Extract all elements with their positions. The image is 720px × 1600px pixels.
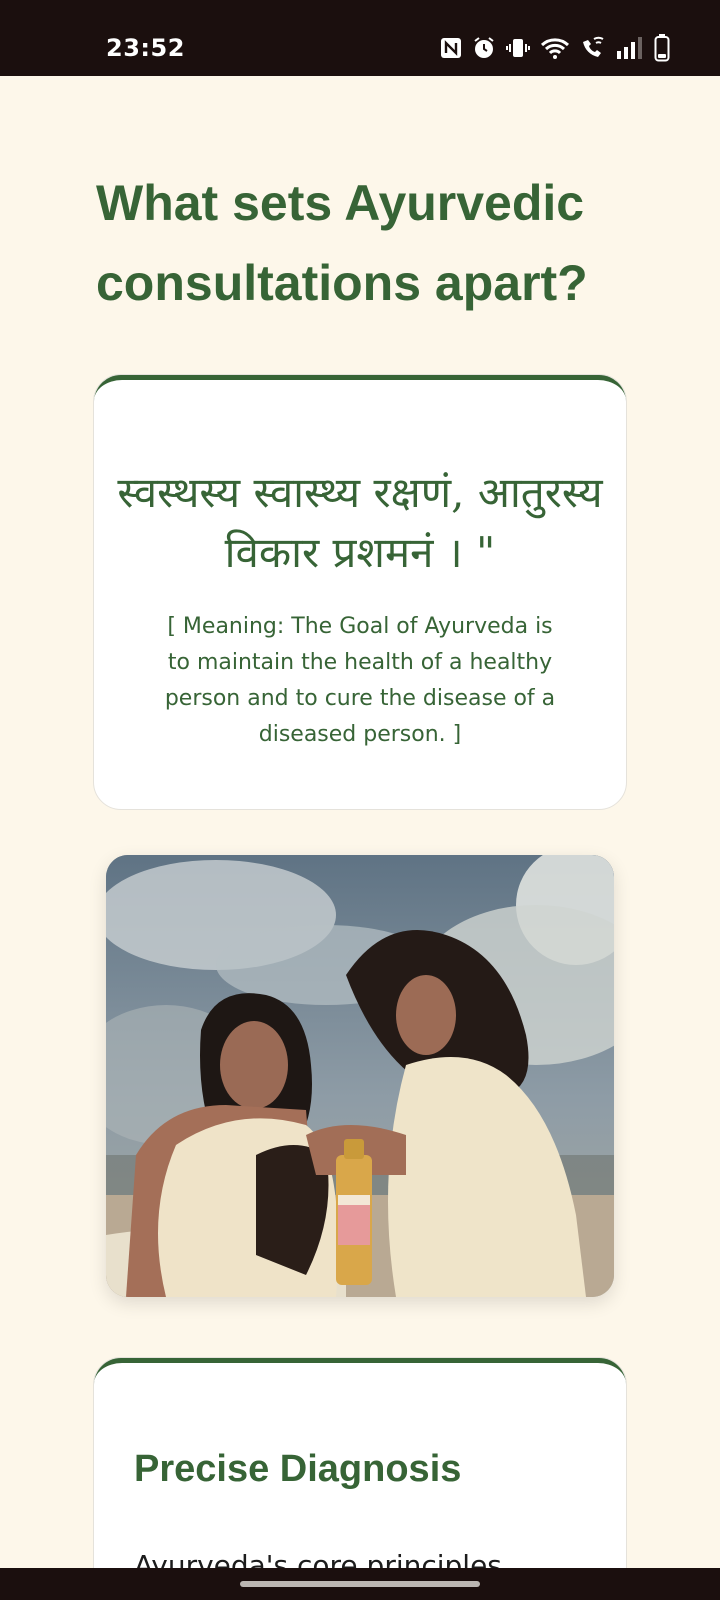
vibrate-icon <box>506 39 530 57</box>
wifi-calling-icon <box>583 36 604 57</box>
home-gesture-handle[interactable] <box>240 1581 480 1587</box>
status-icons <box>440 34 670 62</box>
section-title: Precise Diagnosis <box>134 1448 462 1490</box>
nfc-icon <box>441 38 461 58</box>
sanskrit-verse: स्वस्थस्य स्वास्थ्य रक्षणं, आतुरस्य विका… <box>117 468 603 577</box>
quote-card: स्वस्थस्य स्वास्थ्य रक्षणं, आतुरस्य विका… <box>93 374 627 810</box>
navigation-bar <box>0 1568 720 1600</box>
alarm-icon <box>474 37 494 58</box>
page-title: What sets Ayurvedic consultations apart? <box>96 175 588 311</box>
ayurveda-women-oil-photo <box>106 855 614 1297</box>
ayurveda-photo <box>106 855 614 1297</box>
battery-icon <box>654 34 670 62</box>
status-bar: 23:52 <box>0 0 720 76</box>
status-time: 23:52 <box>106 34 185 62</box>
verse-meaning: [ Meaning: The Goal of Ayurveda is to ma… <box>164 614 556 747</box>
diagnosis-card: Precise Diagnosis Ayurveda's core princi… <box>93 1357 627 1600</box>
signal-icon <box>617 37 642 59</box>
wifi-icon <box>540 38 570 59</box>
